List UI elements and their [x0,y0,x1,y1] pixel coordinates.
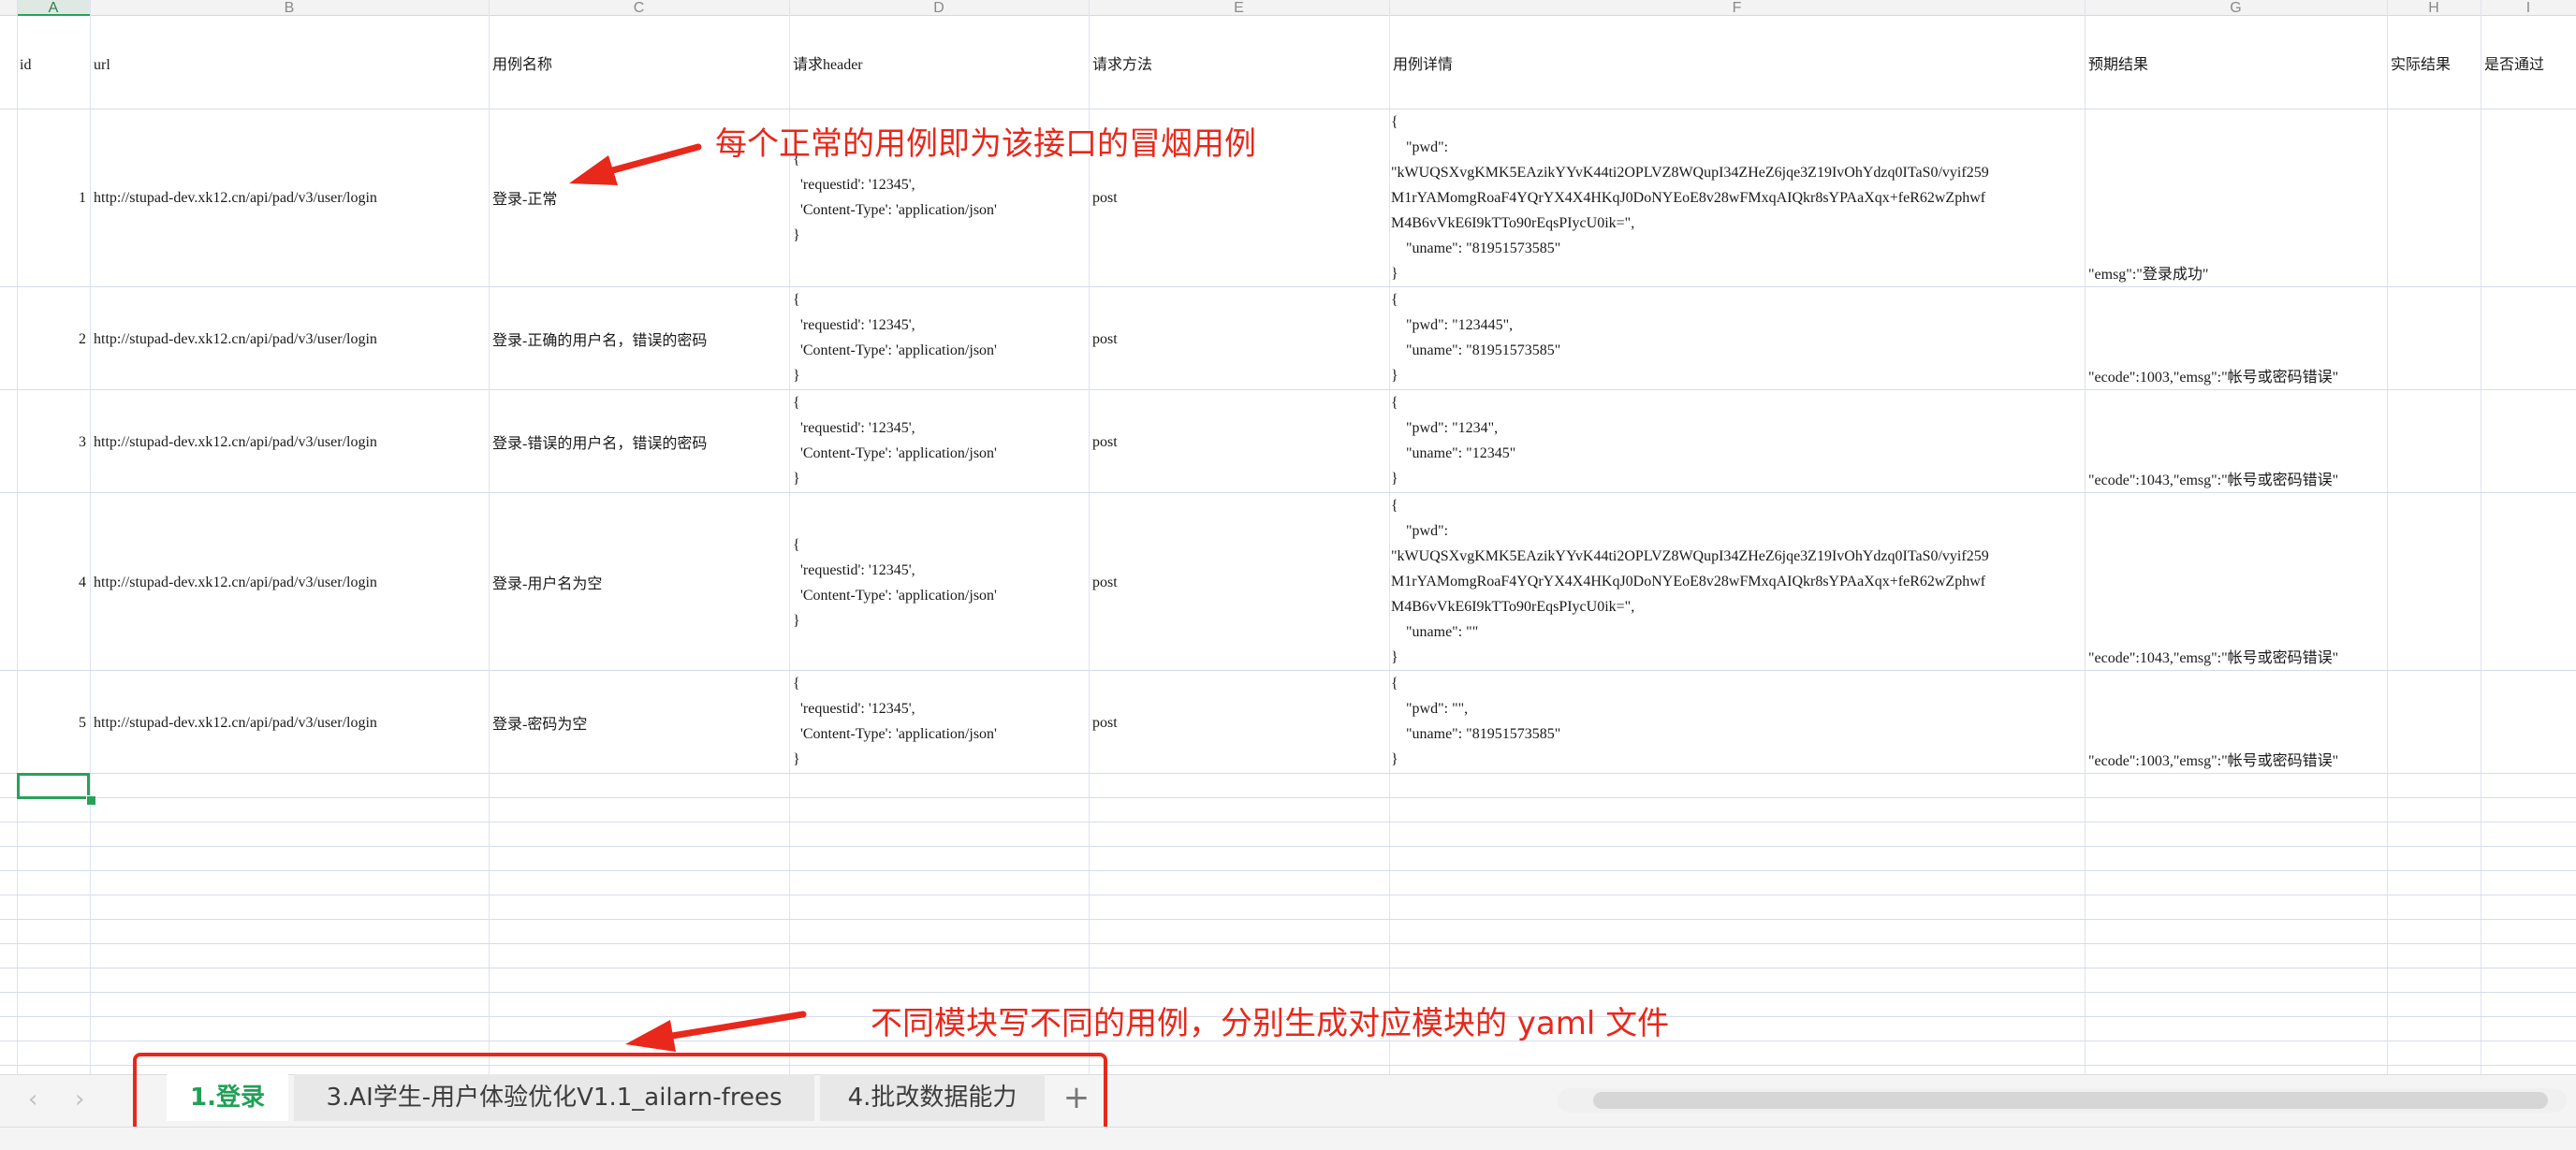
horizontal-scrollbar[interactable] [1558,1088,2567,1113]
annotation-module-yaml: 不同模块写不同的用例，分别生成对应模块的 yaml 文件 [871,1005,1670,1042]
status-bar [0,1127,2576,1150]
scroll-first-tab-icon[interactable]: ‹ [28,1085,37,1114]
scroll-last-tab-icon[interactable]: › [75,1085,84,1114]
horizontal-scroll-thumb[interactable] [1593,1092,2548,1109]
bottom-arrow-icon [625,1011,807,1052]
annotation-smoke-test: 每个正常的用例即为该接口的冒烟用例 [715,125,1256,163]
annotation-arrows [569,143,807,1052]
top-arrow-icon [569,143,702,185]
